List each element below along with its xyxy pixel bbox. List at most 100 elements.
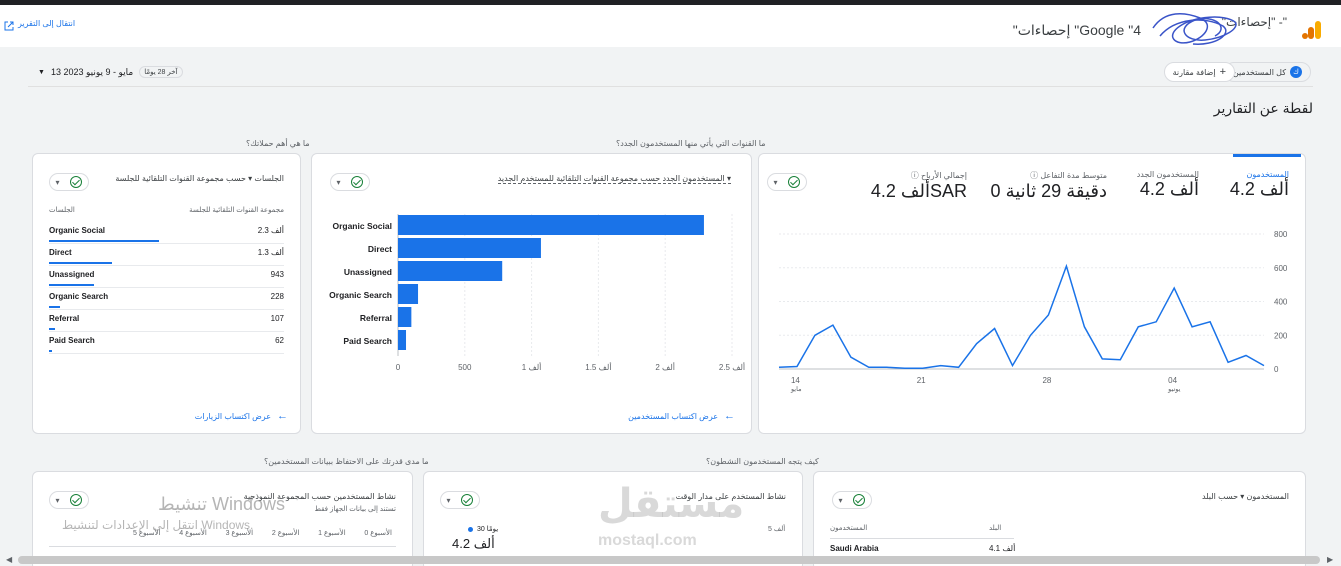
x-tick-label: 500 xyxy=(458,363,472,372)
check-circle-icon xyxy=(70,494,83,506)
legend-label: 30 يومًا xyxy=(477,526,499,533)
channels-bar-chart: 0 500 1 ألف 1.5 ألف 2 ألف 2.5 ألف Organic Soci… xyxy=(329,214,745,372)
row-channel: Referral xyxy=(49,314,80,323)
property-title[interactable]: "إحصاءات "Google "4 xyxy=(1013,22,1141,39)
metric-new-users[interactable]: المستخدمون الجدد 4.2 ألف xyxy=(1137,170,1199,200)
bar[interactable] xyxy=(398,330,407,350)
insights-button[interactable]: ▾ xyxy=(49,491,89,509)
row-channel: Unassigned xyxy=(49,270,95,279)
table-header: مجموعة القنوات التلقائية للجلسة الجلسات xyxy=(49,206,284,218)
sessions-dimension-selector[interactable]: الجلسات ▾ حسب مجموعة القنوات التلقائية ل… xyxy=(115,174,284,183)
x-tick-label: 1.5 ألف xyxy=(585,361,611,372)
table-row[interactable]: Organic Social 2.3 ألف xyxy=(49,222,284,244)
chevron-down-icon: ▼ xyxy=(38,68,45,76)
sessions-table: Organic Social 2.3 ألف Direct 1.3 ألف Unassi… xyxy=(49,222,284,354)
metric-value: 4.2 ألف xyxy=(1139,179,1199,199)
table-row[interactable]: Organic Search 228 xyxy=(49,288,284,310)
link-label: عرض اكتساب المستخدمين xyxy=(628,411,718,421)
x-tick-label: 14 xyxy=(791,376,800,385)
all-users-chip[interactable]: كل المستخدمين ك xyxy=(1223,62,1311,82)
bar[interactable] xyxy=(398,307,412,327)
sessions-card: الجلسات ▾ حسب مجموعة القنوات التلقائية ل… xyxy=(32,153,301,434)
country-name: Saudi Arabia xyxy=(830,544,879,553)
category-label: Paid Search xyxy=(343,336,392,346)
country-dimension-selector[interactable]: المستخدمون ▾ حسب البلد xyxy=(1202,492,1289,501)
col-users: المستخدمون xyxy=(830,525,868,532)
view-traffic-acquisition-link[interactable]: عرض اكتساب الزيارات ← xyxy=(195,410,288,422)
metric-revenue[interactable]: ⓘ إجمالي الأرباح 4.2 ألفSAR xyxy=(871,170,967,202)
bar[interactable] xyxy=(398,238,541,258)
legend-dot xyxy=(468,526,473,532)
chevron-down-icon: ▾ xyxy=(773,177,778,187)
bar[interactable] xyxy=(398,215,704,235)
metric-label: ⓘ متوسط مدة التفاعل xyxy=(991,170,1107,181)
table-row[interactable]: Referral 107 xyxy=(49,310,284,332)
check-circle-icon xyxy=(788,176,801,188)
row-channel: Organic Search xyxy=(49,292,109,301)
x-tick-label: 2.5 ألف xyxy=(719,361,745,372)
open-external-icon[interactable] xyxy=(4,21,14,31)
x-tick-label: 1 ألف xyxy=(522,361,542,372)
metric-label-text: إجمالي الأرباح xyxy=(920,171,967,180)
category-label: Organic Social xyxy=(332,221,392,231)
view-user-acquisition-link[interactable]: عرض اكتساب المستخدمين ← xyxy=(628,410,735,422)
chevron-down-icon: ▾ xyxy=(838,495,843,505)
add-comparison-label: إضافة مقارنة xyxy=(1172,67,1216,77)
all-users-label: كل المستخدمين xyxy=(1232,67,1286,77)
user-avatar-icon: ك xyxy=(1290,66,1302,78)
question-campaigns: ما هي أهم حملاتك؟ xyxy=(246,139,310,148)
metric-users[interactable]: المستخدمون 4.2 ألف xyxy=(1230,170,1289,200)
arrow-icon: ← xyxy=(277,410,288,422)
activity-y-tick: 5 ألف xyxy=(768,526,786,533)
add-comparison-button[interactable]: إضافة مقارنة + xyxy=(1163,62,1235,82)
help-icon: ⓘ xyxy=(910,171,919,180)
bar[interactable] xyxy=(398,284,419,304)
category-label: Referral xyxy=(360,313,392,323)
x-tick-label: 04 xyxy=(1168,376,1177,385)
insights-button[interactable]: ▾ xyxy=(49,173,89,191)
scroll-left-icon[interactable]: ◀ xyxy=(6,555,12,564)
row-share-bar xyxy=(49,262,112,264)
x-tick-label: 0 xyxy=(396,363,401,372)
question-trend: كيف يتجه المستخدمون النشطون؟ xyxy=(706,457,819,466)
dimension-label: المستخدمون الجدد حسب مجموعة القنوات التل… xyxy=(497,174,725,183)
row-channel: Direct xyxy=(49,248,72,257)
question-retention: ما مدى قدرتك على الاحتفاظ ببيانات المستخ… xyxy=(264,457,429,466)
table-row[interactable]: Unassigned 943 xyxy=(49,266,284,288)
arrow-icon: ← xyxy=(724,410,735,422)
category-label: Direct xyxy=(368,244,392,254)
metric-engagement-time[interactable]: ⓘ متوسط مدة التفاعل 0 دقيقة 29 ثانية xyxy=(991,170,1107,202)
cohort-divider xyxy=(49,546,396,547)
chevron-down-icon: ▾ xyxy=(726,174,731,183)
table-row[interactable]: Paid Search 62 xyxy=(49,332,284,354)
page-title: لقطة عن التقارير xyxy=(1213,100,1313,116)
analytics-logo-icon xyxy=(1302,21,1321,39)
row-value: 107 xyxy=(270,314,284,323)
row-value: 943 xyxy=(270,270,284,279)
table-row[interactable]: Direct 1.3 ألف xyxy=(49,244,284,266)
insights-button[interactable]: ▾ xyxy=(832,491,872,509)
horizontal-scrollbar[interactable] xyxy=(18,556,1320,564)
bar[interactable] xyxy=(398,261,503,281)
activity-legend: 30 يومًا xyxy=(468,525,498,533)
table-divider xyxy=(830,538,1014,539)
plus-icon: + xyxy=(1219,66,1226,78)
channels-dimension-selector[interactable]: المستخدمون الجدد حسب مجموعة القنوات التل… xyxy=(497,174,731,184)
insights-button[interactable]: ▾ xyxy=(330,173,370,191)
goto-report-link[interactable]: انتقال إلى التقرير xyxy=(18,19,75,28)
insights-button[interactable]: ▾ xyxy=(440,491,480,509)
y-tick-label: 800 xyxy=(1274,230,1288,239)
scribble-redaction xyxy=(1152,13,1237,45)
cohort-subtitle: تستند إلى بيانات الجهاز فقط xyxy=(314,506,396,513)
chevron-down-icon: ▾ xyxy=(55,495,60,505)
check-circle-icon xyxy=(853,494,866,506)
date-range-picker[interactable]: ▼ 13 مايو - 9 يونيو 2023 آخر 28 يومًا xyxy=(38,66,183,78)
chevron-down-icon: ▾ xyxy=(446,495,451,505)
insights-button[interactable]: ▾ xyxy=(767,173,807,191)
country-card: المستخدمون ▾ حسب البلد ▾ المستخدمون البل… xyxy=(813,471,1306,566)
row-share-bar xyxy=(49,328,55,330)
scroll-right-icon[interactable]: ▶ xyxy=(1327,555,1333,564)
col-metric: الجلسات xyxy=(49,207,75,214)
check-circle-icon xyxy=(461,494,474,506)
row-channel: Organic Social xyxy=(49,226,106,235)
